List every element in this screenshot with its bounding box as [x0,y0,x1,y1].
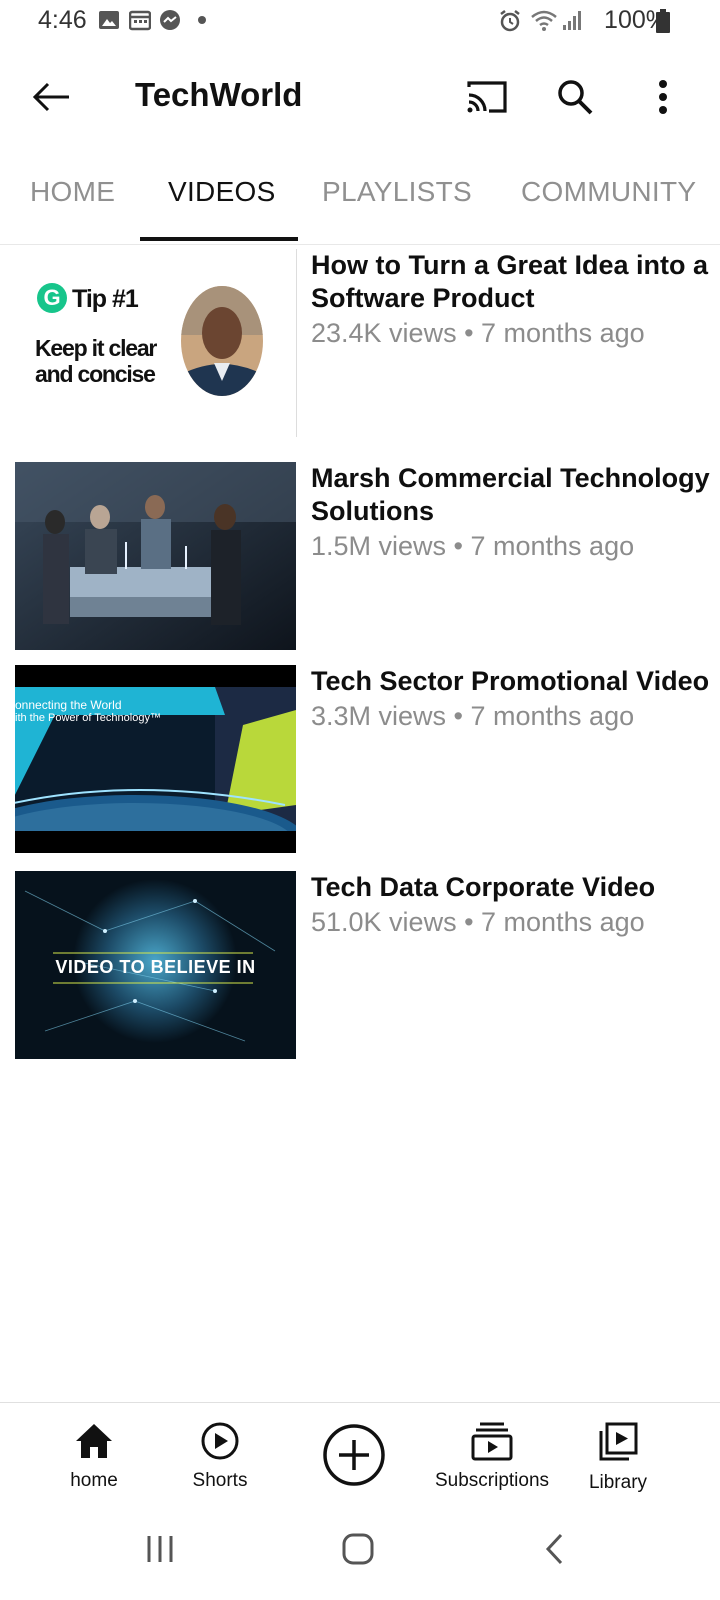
tab-community[interactable]: COMMUNITY [521,176,696,208]
nav-shorts-label: Shorts [192,1470,248,1491]
calendar-icon [129,10,151,31]
subscriptions-icon [471,1422,513,1461]
video-item[interactable]: VIDEO TO BELIEVE IN Tech Data Corporate … [0,871,720,1061]
recents-icon [147,1536,173,1562]
video-meta: 3.3M views • 7 months ago [311,701,635,731]
tab-home[interactable]: HOME [30,176,115,208]
thumb-banner-text: VIDEO TO BELIEVE IN [55,957,256,977]
nav-home[interactable]: home [58,1421,130,1492]
video-item[interactable]: G Tip #1 Keep it clear and concise How t… [0,249,720,439]
video-thumbnail[interactable] [15,462,296,650]
video-info: Tech Sector Promotional Video 3.3M views… [311,665,711,734]
video-thumbnail[interactable]: onnecting the World ith the Power of Tec… [15,665,296,853]
bottom-navigation: home Shorts Subscriptions Library [0,1402,720,1513]
search-icon [558,80,593,115]
shorts-icon [201,1422,239,1460]
thumb-caption-line1: onnecting the World [15,698,122,712]
more-options-button[interactable] [638,72,688,122]
status-time: 4:46 [38,6,87,34]
thumb-caption-line2: and concise [35,361,156,387]
active-tab-indicator [140,237,298,241]
video-info: Marsh Commercial Technology Solutions 1.… [311,462,711,564]
cast-icon [467,81,507,113]
thumb-caption-line1: Keep it clear [35,335,157,361]
thumb-caption-line2: ith the Power of Technology™ [15,712,161,724]
nav-subscriptions[interactable]: Subscriptions [430,1421,554,1492]
nav-library-label: Library [588,1472,648,1493]
library-icon [599,1422,638,1461]
system-back-button[interactable] [530,1524,580,1574]
grammarly-logo: G [37,283,67,313]
home-circle-icon [342,1533,374,1565]
system-navigation-bar [0,1512,720,1600]
battery-icon [656,9,670,33]
video-title[interactable]: How to Turn a Great Idea into a Software… [311,249,711,315]
video-thumbnail[interactable]: VIDEO TO BELIEVE IN [15,871,296,1059]
back-chevron-icon [545,1533,563,1565]
dot-icon [198,16,206,24]
gallery-icon [99,11,119,29]
status-bar: 4:46 100% [0,0,720,48]
messenger-icon [160,10,180,30]
create-icon [323,1424,385,1486]
signal-icon [563,11,581,30]
more-vert-icon [659,80,667,114]
alarm-icon [500,10,520,32]
create-button[interactable] [322,1423,386,1492]
video-info: Tech Data Corporate Video 51.0K views • … [311,871,711,940]
earth-promo-image [15,665,296,853]
video-title[interactable]: Tech Data Corporate Video [311,871,711,904]
back-arrow-icon [32,82,69,112]
system-home-button[interactable] [333,1524,383,1574]
app-bar: TechWorld [0,48,720,148]
nav-library[interactable]: Library [578,1421,658,1494]
presenter-portrait [181,286,263,396]
video-title[interactable]: Tech Sector Promotional Video [311,665,711,698]
back-button[interactable] [26,72,76,122]
wifi-icon [531,10,557,31]
video-meta: 1.5M views • 7 months ago [311,531,635,561]
video-title[interactable]: Marsh Commercial Technology Solutions [311,462,711,528]
search-button[interactable] [550,72,600,122]
channel-title: TechWorld [135,76,303,113]
tab-playlists[interactable]: PLAYLISTS [322,176,472,208]
nav-subscriptions-label: Subscriptions [434,1470,550,1491]
thumb-tip-label: Tip #1 [72,285,139,313]
video-thumbnail[interactable]: G Tip #1 Keep it clear and concise [15,249,297,437]
tab-videos[interactable]: VIDEOS [168,176,276,208]
recents-button[interactable] [135,1524,185,1574]
video-info: How to Turn a Great Idea into a Software… [311,249,711,351]
video-meta: 51.0K views • 7 months ago [311,907,645,937]
video-item[interactable]: onnecting the World ith the Power of Tec… [0,665,720,855]
channel-tabs: HOME VIDEOS PLAYLISTS COMMUNITY [0,152,720,245]
office-meeting-image [15,462,296,650]
nav-shorts[interactable]: Shorts [180,1421,260,1492]
cast-button[interactable] [462,72,512,122]
video-meta: 23.4K views • 7 months ago [311,318,645,348]
video-item[interactable]: Marsh Commercial Technology Solutions 1.… [0,462,720,652]
nav-home-label: home [70,1470,118,1491]
home-icon [76,1424,112,1458]
